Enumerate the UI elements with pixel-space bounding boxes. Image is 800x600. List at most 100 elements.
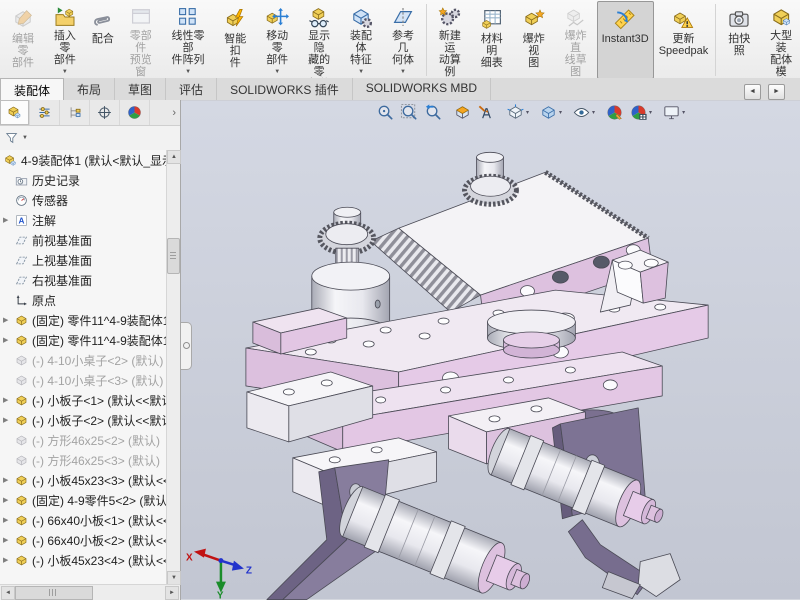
panel-tab-dimxpertmanager[interactable]	[90, 100, 120, 125]
tree-item[interactable]: 原点	[0, 290, 167, 310]
ribbon-button-exploded-view[interactable]: 爆炸视 图	[513, 1, 555, 79]
hud-button-section-view[interactable]	[452, 102, 473, 123]
tree-item[interactable]: 前视基准面	[0, 230, 167, 250]
tree-item[interactable]: 右视基准面	[0, 270, 167, 290]
ribbon-button-instant3d[interactable]: Instant3D	[597, 1, 654, 79]
tree-item[interactable]: ▶(-) 小板45x23<3> (默认<<	[0, 470, 167, 490]
tree-item[interactable]: ▶(-) 小板45x23<4> (默认<<	[0, 550, 167, 570]
scroll-up-arrow-icon[interactable]: ▲	[167, 150, 181, 164]
expand-arrow-icon[interactable]: ▶	[3, 336, 14, 344]
expand-arrow-icon[interactable]: ▶	[3, 556, 14, 564]
vertical-scroll-thumb[interactable]	[167, 238, 180, 274]
ribbon-button-smart-fasteners[interactable]: 智能扣 件	[214, 1, 256, 79]
expand-arrow-icon[interactable]: ▶	[3, 216, 14, 224]
scroll-left-arrow-icon[interactable]: ◄	[1, 586, 15, 600]
ribbon-button-take-snapshot[interactable]: 拍快照	[718, 1, 760, 79]
hud-button-display-style[interactable]: ▾	[538, 102, 563, 123]
tab-scroll-left-button[interactable]: ◄	[744, 84, 761, 100]
3d-model-view[interactable]: X Z Y	[181, 100, 800, 600]
tree-item[interactable]: ▶(固定) 零件11^4-9装配体1<	[0, 330, 167, 350]
ribbon-button-move-component[interactable]: 移动零 部件▼	[256, 1, 298, 79]
ribbon-button-bill-of-materials[interactable]: 材料明 细表	[471, 1, 513, 79]
ribbon-button-large-assembly-mode[interactable]: 大型装 配体模 式	[760, 1, 800, 79]
tree-item[interactable]: (-) 方形46x25<2> (默认)	[0, 430, 167, 450]
scroll-down-arrow-icon[interactable]: ▼	[167, 571, 181, 585]
filter-dropdown-arrow[interactable]: ▼	[22, 135, 28, 141]
ribbon-button-component-preview-window[interactable]: 零部件 预览窗 口	[120, 1, 162, 79]
ribbon-button-show-hidden-components[interactable]: 显示隐 藏的零 部件	[298, 1, 340, 79]
tree-root-item[interactable]: 4-9装配体1 (默认<默认_显示状	[0, 150, 167, 170]
panel-tab-displaymanager[interactable]	[120, 100, 150, 125]
dropdown-arrow-icon[interactable]: ▾	[649, 109, 652, 116]
panel-tab-featuremanager-design-tree[interactable]	[0, 100, 30, 125]
panel-tab-propertymanager[interactable]	[30, 100, 60, 125]
tab-scroll-right-button[interactable]: ►	[768, 84, 785, 100]
dropdown-arrow-icon[interactable]: ▾	[559, 109, 562, 116]
command-tab-2[interactable]: 草图	[115, 78, 166, 100]
tree-horizontal-scrollbar[interactable]: ◄ ►	[0, 584, 180, 600]
ribbon-button-update-speedpak[interactable]: 更新 Speedpak	[654, 1, 714, 79]
dropdown-arrow-icon[interactable]: ▾	[682, 109, 685, 116]
expand-arrow-icon[interactable]: ▶	[3, 316, 14, 324]
display-style-icon	[539, 103, 558, 122]
command-tab-5[interactable]: SOLIDWORKS MBD	[353, 78, 491, 100]
ribbon-button-linear-component-pattern[interactable]: 线性零部 件阵列▼	[162, 1, 215, 79]
hud-button-view-orientation[interactable]: ▾	[505, 102, 530, 123]
tree-item[interactable]: ▶(-) 66x40小板<2> (默认<<	[0, 530, 167, 550]
ribbon-button-explode-line-sketch[interactable]: 爆炸直 线草图	[555, 1, 597, 79]
expand-arrow-icon[interactable]: ▶	[3, 396, 14, 404]
tree-item[interactable]: 上视基准面	[0, 250, 167, 270]
hud-button-apply-scene[interactable]: ▾	[628, 102, 653, 123]
dropdown-arrow-icon[interactable]: ▾	[526, 109, 529, 116]
scroll-right-arrow-icon[interactable]: ►	[165, 586, 179, 600]
panel-splitter-handle[interactable]	[181, 322, 192, 370]
ribbon-button-label: 爆炸直 线草图	[560, 30, 592, 78]
ribbon-button-mate[interactable]: 配合	[86, 1, 120, 79]
tree-item[interactable]: ▶(-) 66x40小板<1> (默认<<	[0, 510, 167, 530]
tree-item[interactable]: (-) 4-10小桌子<3> (默认)	[0, 370, 167, 390]
3d-viewport[interactable]: X Z Y ▾ ▾ ▾ ▾ ▾	[181, 100, 800, 600]
panel-tab-configurationmanager[interactable]	[60, 100, 90, 125]
command-tab-0[interactable]: 装配体	[0, 78, 64, 100]
hud-button-zoom-to-area[interactable]	[399, 102, 420, 123]
panel-tabs-overflow-arrow[interactable]: ›	[150, 100, 180, 125]
ribbon-button-edit-component[interactable]: 编辑零 部件	[2, 1, 44, 79]
command-tab-3[interactable]: 评估	[166, 78, 217, 100]
command-tab-4[interactable]: SOLIDWORKS 插件	[217, 78, 353, 100]
command-tab-1[interactable]: 布局	[64, 78, 115, 100]
hud-button-edit-appearance[interactable]	[604, 102, 625, 123]
expand-arrow-icon[interactable]: ▶	[3, 516, 14, 524]
tree-item[interactable]: ▶(固定) 零件11^4-9装配体1<	[0, 310, 167, 330]
configurationmanager-icon	[66, 104, 83, 121]
dropdown-arrow-icon[interactable]: ▼	[274, 66, 280, 78]
ribbon-button-insert-components[interactable]: 插入零 部件▼	[44, 1, 86, 79]
expand-arrow-icon[interactable]: ▶	[3, 416, 14, 424]
dropdown-arrow-icon[interactable]: ▾	[592, 109, 595, 116]
dropdown-arrow-icon[interactable]: ▼	[358, 66, 364, 78]
dropdown-arrow-icon[interactable]: ▼	[62, 66, 68, 78]
expand-arrow-icon[interactable]: ▶	[3, 536, 14, 544]
expand-arrow-icon[interactable]: ▶	[3, 496, 14, 504]
tree-item[interactable]: ▶(固定) 4-9零件5<2> (默认<	[0, 490, 167, 510]
filter-funnel-icon[interactable]	[4, 130, 20, 146]
ribbon-button-new-motion-study[interactable]: 新建运 动算例	[429, 1, 471, 79]
hud-button-hide-show-items[interactable]: ▾	[571, 102, 596, 123]
tree-item[interactable]: (-) 4-10小桌子<2> (默认)	[0, 350, 167, 370]
tree-item[interactable]: ▶(-) 小板子<1> (默认<<默认	[0, 390, 167, 410]
tree-item[interactable]: 历史记录	[0, 170, 167, 190]
hud-button-zoom-to-fit[interactable]	[375, 102, 396, 123]
hud-button-dynamic-annotation-views[interactable]	[476, 102, 497, 123]
ribbon-button-assembly-features[interactable]: 装配体 特征▼	[340, 1, 382, 79]
expand-arrow-icon[interactable]: ▶	[3, 476, 14, 484]
ribbon-button-reference-geometry[interactable]: 参考几 何体▼	[382, 1, 424, 79]
tree-item[interactable]: 传感器	[0, 190, 167, 210]
tree-item[interactable]: ▶(-) 小板子<2> (默认<<默认	[0, 410, 167, 430]
tree-vertical-scrollbar[interactable]: ▲ ▼	[166, 150, 180, 585]
horizontal-scroll-thumb[interactable]	[15, 586, 93, 600]
tree-item[interactable]: (-) 方形46x25<3> (默认)	[0, 450, 167, 470]
dropdown-arrow-icon[interactable]: ▼	[400, 66, 406, 78]
hud-button-previous-view[interactable]	[423, 102, 444, 123]
dropdown-arrow-icon[interactable]: ▼	[185, 66, 191, 78]
tree-item[interactable]: ▶A注解	[0, 210, 167, 230]
hud-button-view-settings[interactable]: ▾	[661, 102, 686, 123]
